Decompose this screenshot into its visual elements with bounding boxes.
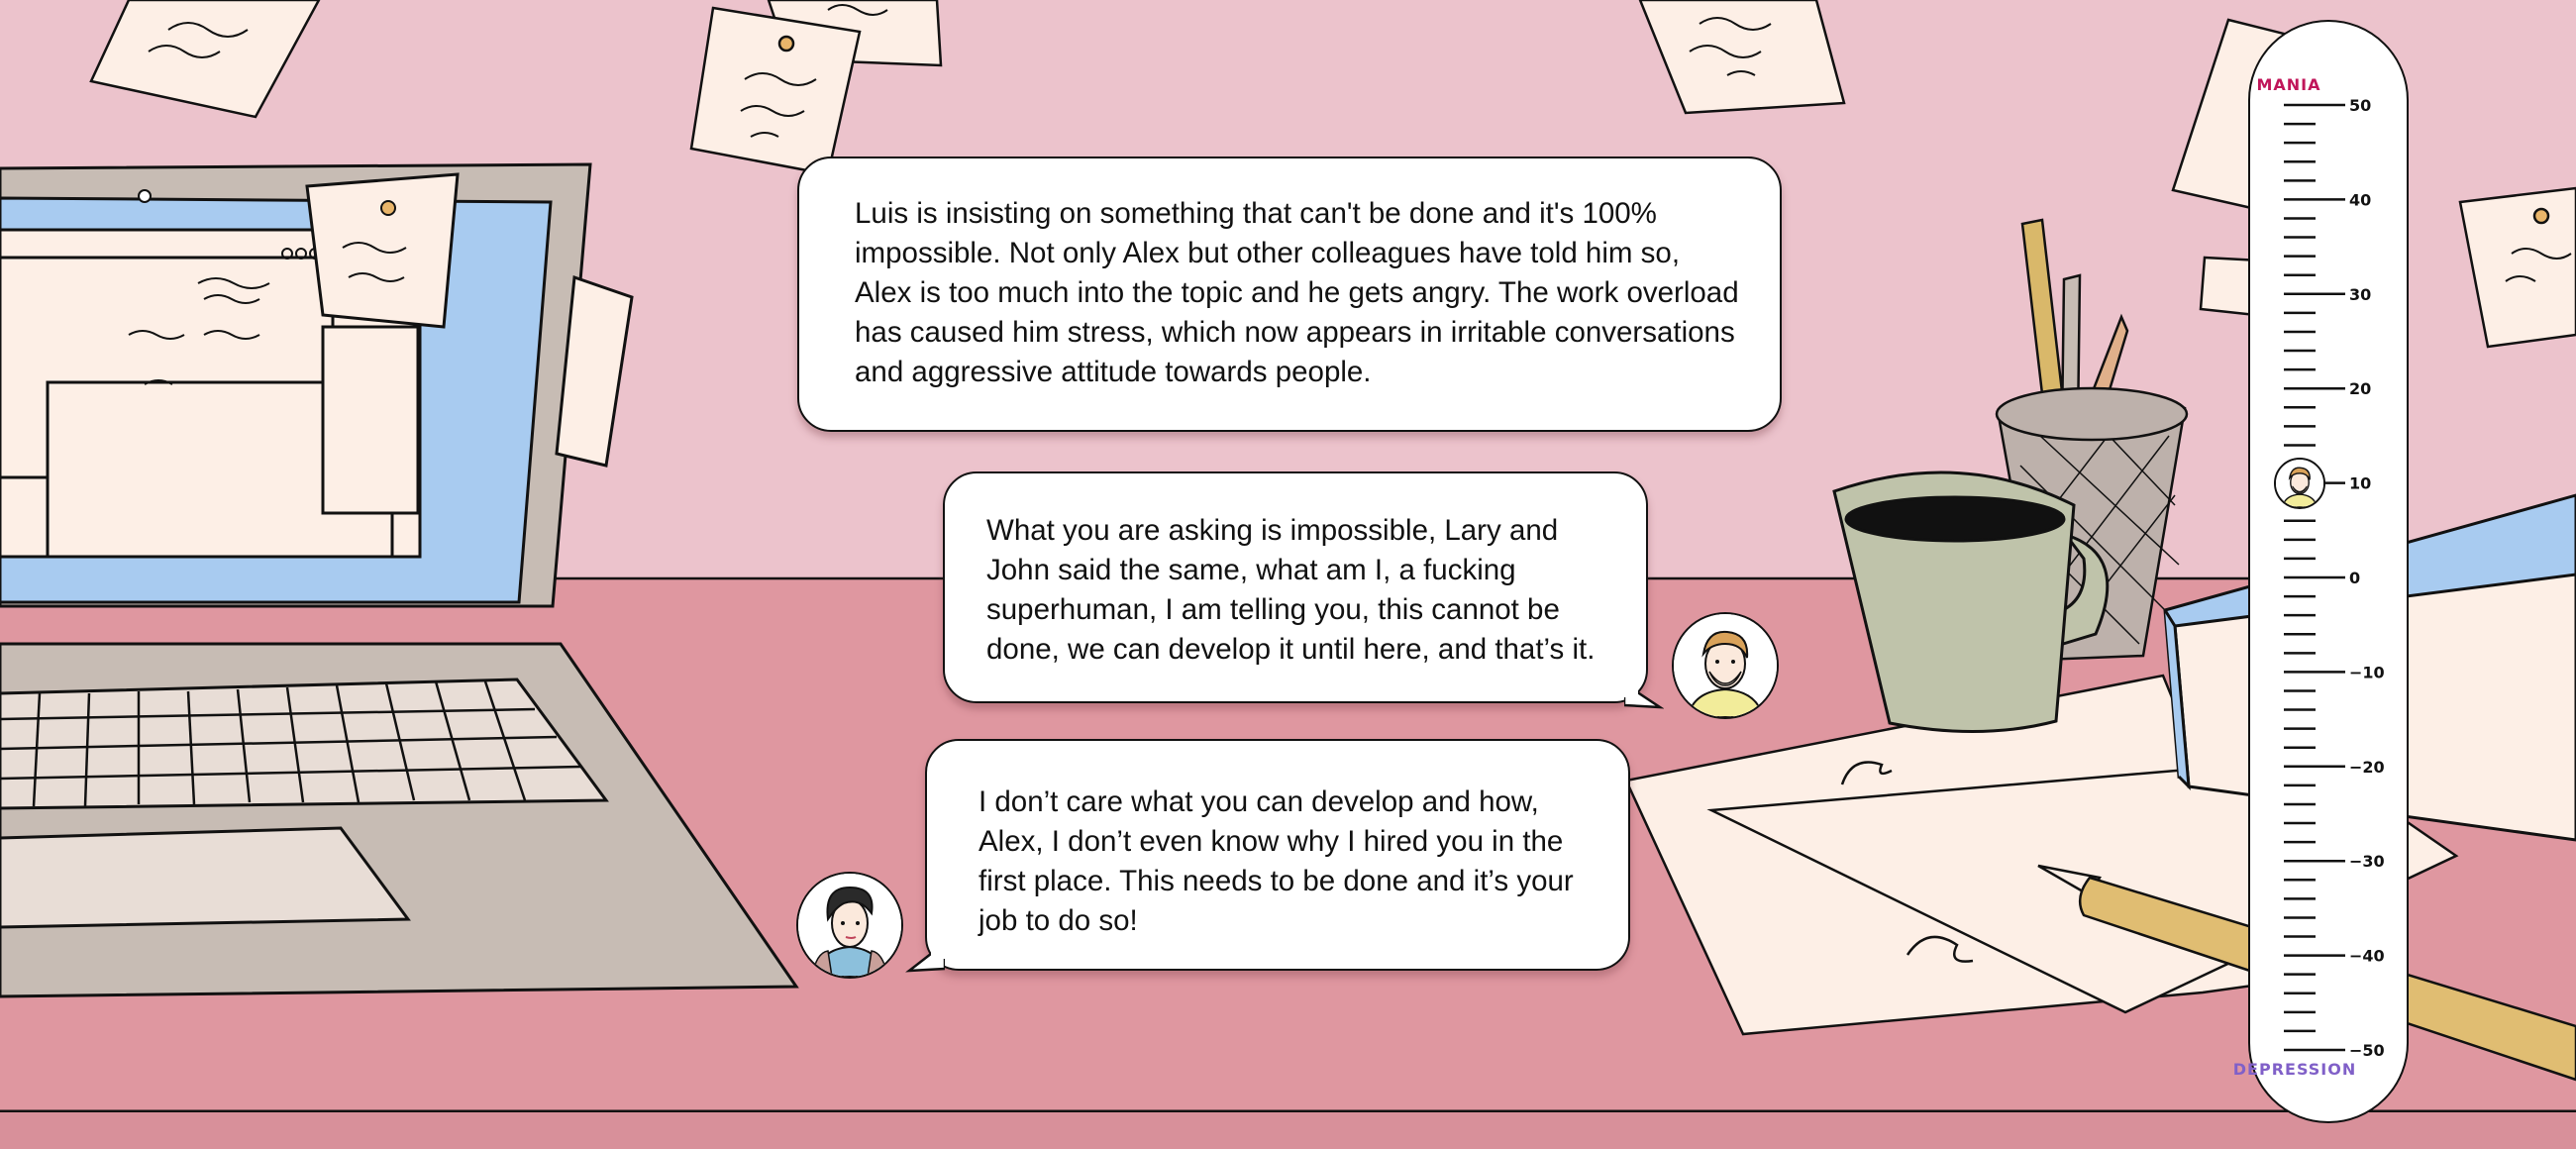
mood-scale: 50 40 30 20 10 0 −10 −20 −30 −40 −50 (2284, 96, 2385, 1060)
tick-label: 0 (2349, 569, 2360, 587)
boss-avatar (796, 872, 903, 979)
tick-label: −40 (2349, 947, 2385, 966)
boss-speech-bubble: I don’t care what you can develop and ho… (925, 739, 1630, 971)
alex-speech-bubble: What you are asking is impossible, Lary … (943, 471, 1648, 703)
tick-label: −50 (2349, 1041, 2385, 1060)
tick-label: 10 (2349, 474, 2371, 493)
alex-bubble-tail (1624, 683, 1664, 709)
tick-label: 20 (2349, 379, 2371, 398)
alex-avatar (1672, 612, 1779, 719)
tick-label: 50 (2349, 96, 2371, 115)
tick-label: −30 (2349, 852, 2385, 871)
narration-box: Luis is insisting on something that can'… (797, 157, 1782, 432)
tick-label: 30 (2349, 285, 2371, 304)
boss-dialogue-text: I don’t care what you can develop and ho… (979, 785, 1574, 937)
tick-label: 40 (2349, 190, 2371, 209)
tick-label: −10 (2349, 663, 2385, 681)
mood-meter: MANIA 50 40 30 20 10 0 −10 −20 −30 −40 −50 DEPRESS… (2233, 20, 2409, 1123)
alex-dialogue-text: What you are asking is impossible, Lary … (986, 514, 1596, 666)
tick-label: −20 (2349, 758, 2385, 777)
narration-text: Luis is insisting on something that can'… (855, 197, 1739, 388)
depression-label: DEPRESSION (2232, 1060, 2357, 1079)
boss-bubble-tail (905, 943, 945, 973)
mood-level-marker (2274, 457, 2325, 509)
